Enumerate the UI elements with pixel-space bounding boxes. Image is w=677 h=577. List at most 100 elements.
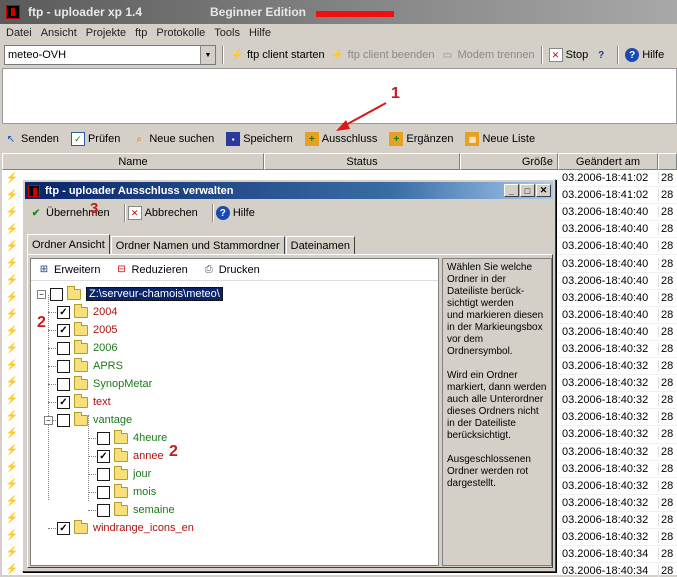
ftp-stop-button[interactable]: ⚡ ftp client beenden: [331, 44, 434, 66]
tree-root-node[interactable]: − Z:\serveur-chamois\meteo\: [37, 285, 223, 303]
tab-folder-view[interactable]: Ordner Ansicht: [27, 234, 110, 254]
table-row[interactable]: 03.2006-18:40:40 28: [558, 324, 677, 341]
menu-datei[interactable]: Datei: [6, 27, 32, 39]
table-row[interactable]: 03.2006-18:40:32 28: [558, 392, 677, 410]
table-row[interactable]: 03.2006-18:40:32 28: [558, 478, 677, 495]
tree-folder-node[interactable]: semaine: [97, 501, 175, 519]
tree-folder-node[interactable]: 4heure: [97, 429, 167, 447]
root-checkbox[interactable]: [50, 287, 63, 301]
column-size[interactable]: Größe: [460, 153, 558, 170]
table-row[interactable]: 03.2006-18:40:32 28: [558, 495, 677, 512]
table-row[interactable]: 03.2006-18:40:32 28: [558, 461, 677, 478]
cancel-button[interactable]: ✕ Abbrechen: [127, 202, 198, 224]
folder-checkbox[interactable]: ✓: [57, 323, 70, 337]
table-row[interactable]: 03.2006-18:40:40 28: [558, 273, 677, 290]
table-row[interactable]: 03.2006-18:40:40 28: [558, 307, 677, 324]
folder-checkbox[interactable]: [57, 341, 70, 355]
folder-checkbox[interactable]: [97, 485, 110, 499]
tree-folder-node[interactable]: SynopMetar: [57, 375, 152, 393]
table-row[interactable]: 03.2006-18:40:32 28: [558, 512, 677, 529]
tree-folder-node[interactable]: ✓ annee: [97, 447, 164, 465]
table-row[interactable]: 03.2006-18:40:40 28: [558, 255, 677, 273]
folder-checkbox[interactable]: [97, 503, 110, 517]
column-name[interactable]: Name: [2, 153, 264, 170]
help-icon-button[interactable]: ?: [594, 44, 611, 66]
close-icon[interactable]: ✕: [536, 184, 551, 197]
table-row[interactable]: 03.2006-18:40:40 28: [558, 290, 677, 307]
tree-collapse-icon: ⊟: [117, 264, 126, 275]
row-date: 03.2006-18:40:40: [562, 308, 649, 321]
maximize-icon[interactable]: □: [520, 184, 535, 197]
check-button[interactable]: ✓ Prüfen: [70, 128, 120, 150]
chevron-down-icon[interactable]: ▼: [200, 46, 215, 64]
tree-folder-node[interactable]: ✓ windrange_icons_en: [57, 519, 194, 537]
table-row[interactable]: 03.2006-18:40:32 28: [558, 358, 677, 376]
table-row[interactable]: 03.2006-18:41:02 28: [558, 187, 677, 205]
search-new-button[interactable]: ⌕ Neue suchen: [132, 128, 215, 150]
folder-checkbox[interactable]: [57, 377, 70, 391]
folder-checkbox[interactable]: ✓: [57, 395, 70, 409]
expand-button[interactable]: ⊞ Erweitern: [37, 259, 101, 281]
menu-projekte[interactable]: Projekte: [86, 27, 126, 39]
project-select[interactable]: meteo-OVH ▼: [4, 45, 216, 65]
table-row[interactable]: 03.2006-18:40:40 28: [558, 221, 677, 239]
tree-folder-node[interactable]: mois: [97, 483, 156, 501]
tab-folder-names[interactable]: Ordner Namen und Stammordner: [110, 236, 285, 254]
help-button[interactable]: ? Hilfe: [625, 44, 664, 66]
table-row[interactable]: 03.2006-18:40:32 28: [558, 409, 677, 427]
annotation-2-level-2: 2: [169, 443, 178, 460]
reduce-button[interactable]: ⊟ Reduzieren: [114, 259, 187, 281]
dialog-title-bar[interactable]: ftp - uploader Ausschluss verwalten _ □ …: [25, 182, 553, 199]
exclude-button[interactable]: + Ausschluss: [304, 128, 377, 150]
tab-file-names[interactable]: Dateinamen: [285, 236, 355, 254]
collapse-icon[interactable]: −: [37, 289, 46, 299]
menu-ftp[interactable]: ftp: [135, 27, 147, 39]
column-changed[interactable]: Geändert am: [558, 153, 658, 170]
table-row[interactable]: 03.2006-18:40:32 28: [558, 341, 677, 359]
tree-folder-node[interactable]: ✓ text: [57, 393, 111, 411]
tree-folder-node[interactable]: − vantage: [44, 411, 132, 429]
new-list-button[interactable]: ▦ Neue Liste: [465, 128, 535, 150]
table-row[interactable]: 03.2006-18:40:32 28: [558, 444, 677, 461]
table-row[interactable]: 03.2006-18:41:02 28: [558, 170, 677, 188]
save-button[interactable]: ▪ Speichern: [226, 128, 293, 150]
table-row[interactable]: 03.2006-18:40:32 28: [558, 426, 677, 444]
minimize-icon[interactable]: _: [504, 184, 519, 197]
ftp-start-button[interactable]: ⚡ ftp client starten: [230, 44, 325, 66]
folder-label: annee: [133, 450, 164, 462]
tree-folder-node[interactable]: jour: [97, 465, 151, 483]
collapse-icon[interactable]: −: [44, 415, 53, 425]
menu-protokolle[interactable]: Protokolle: [156, 27, 205, 39]
tree-folder-node[interactable]: ✓ 2005: [57, 321, 117, 339]
dialog-help-button[interactable]: ? Hilfe: [215, 202, 255, 224]
menu-tools[interactable]: Tools: [214, 27, 240, 39]
tree-folder-node[interactable]: 2006: [57, 339, 117, 357]
table-row[interactable]: 03.2006-18:40:32 28: [558, 375, 677, 393]
folder-checkbox[interactable]: [97, 431, 110, 445]
folder-icon: [74, 321, 88, 336]
folder-checkbox[interactable]: [57, 359, 70, 373]
tree-folder-node[interactable]: ✓ 2004: [57, 303, 117, 321]
menu-hilfe[interactable]: Hilfe: [249, 27, 271, 39]
folder-checkbox[interactable]: [57, 413, 70, 427]
menu-ansicht[interactable]: Ansicht: [41, 27, 77, 39]
toolbar-separator: [222, 46, 224, 64]
folder-checkbox[interactable]: ✓: [57, 521, 70, 535]
table-row[interactable]: 03.2006-18:40:32 28: [558, 529, 677, 547]
table-row[interactable]: 03.2006-18:40:40 28: [558, 204, 677, 222]
folder-checkbox[interactable]: [97, 467, 110, 481]
stop-button[interactable]: ✕ Stop: [548, 44, 588, 66]
send-button[interactable]: ↖ Senden: [4, 128, 59, 150]
folder-checkbox[interactable]: ✓: [57, 305, 70, 319]
column-extra[interactable]: [658, 153, 677, 170]
modem-disconnect-button[interactable]: ▭ Modem trennen: [441, 44, 535, 66]
table-row[interactable]: 03.2006-18:40:34 28: [558, 563, 677, 577]
column-status[interactable]: Status: [264, 153, 460, 170]
save-label: Speichern: [243, 133, 293, 145]
tree-folder-node[interactable]: APRS: [57, 357, 123, 375]
table-row[interactable]: 03.2006-18:40:34 28: [558, 546, 677, 564]
print-button[interactable]: ⎙ Drucken: [202, 259, 260, 281]
folder-checkbox[interactable]: ✓: [97, 449, 110, 463]
add-button[interactable]: + Ergänzen: [389, 128, 453, 150]
table-row[interactable]: 03.2006-18:40:40 28: [558, 238, 677, 256]
